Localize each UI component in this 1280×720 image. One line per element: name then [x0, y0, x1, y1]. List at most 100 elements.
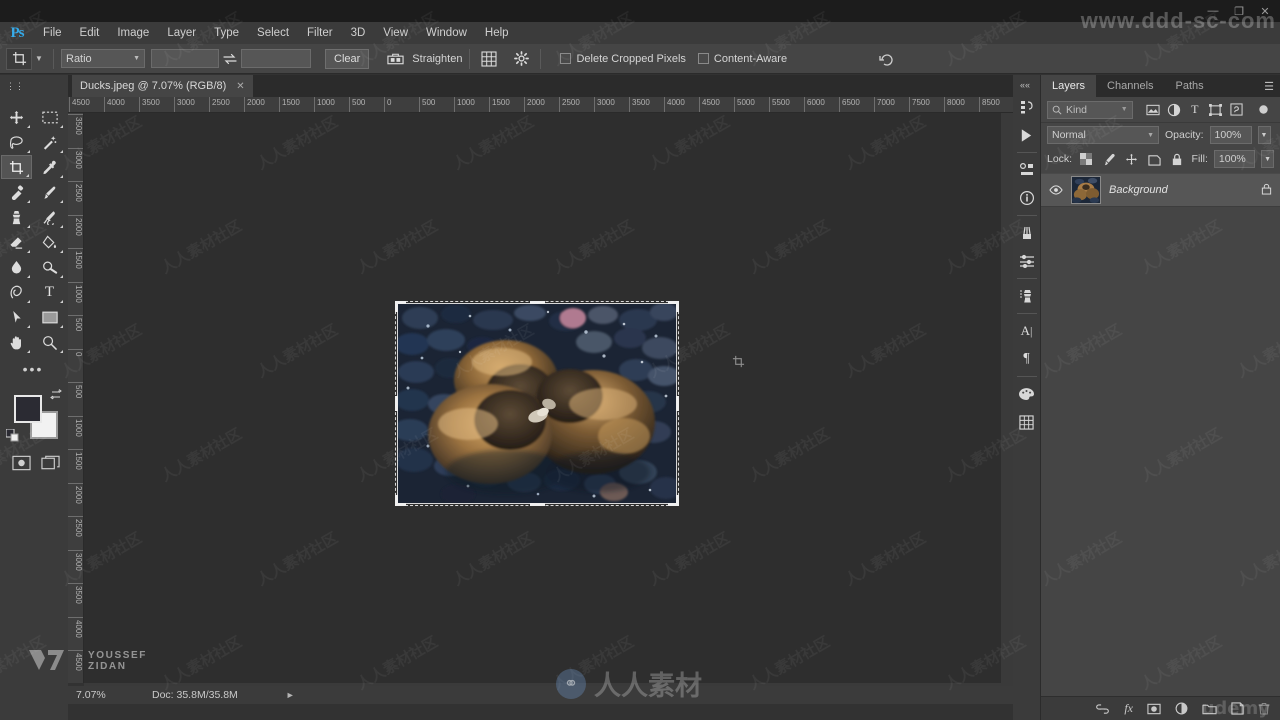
straighten-icon[interactable] — [383, 47, 407, 71]
menu-item-select[interactable]: Select — [248, 22, 298, 44]
menu-item-edit[interactable]: Edit — [71, 22, 109, 44]
type-tool[interactable]: T — [34, 280, 65, 304]
default-colors-icon[interactable] — [5, 428, 19, 445]
clone-stamp-tool[interactable] — [1, 205, 32, 229]
type-filter-icon[interactable]: T — [1184, 100, 1205, 120]
opacity-value[interactable]: 100% — [1209, 126, 1252, 144]
brush-settings-icon[interactable] — [1013, 247, 1041, 275]
lock-position-icon[interactable] — [1123, 150, 1140, 168]
lock-image-icon[interactable] — [1101, 150, 1118, 168]
more-tools-icon[interactable]: ••• — [0, 355, 66, 385]
fill-stepper[interactable]: ▼ — [1261, 150, 1275, 168]
history-panel-icon[interactable] — [1013, 93, 1041, 121]
crop-tool[interactable] — [1, 155, 32, 179]
brush-tool[interactable] — [34, 180, 65, 204]
fill-value[interactable]: 100% — [1213, 150, 1256, 168]
spot-healing-brush-tool[interactable] — [1, 180, 32, 204]
canvas-area[interactable] — [84, 113, 1013, 683]
actions-panel-icon[interactable] — [1013, 121, 1041, 149]
crop-ratio-dropdown[interactable]: Ratio ▼ — [61, 49, 145, 68]
fx-icon[interactable]: fx — [1124, 701, 1133, 716]
dodge-tool[interactable] — [34, 255, 65, 279]
character-panel-icon[interactable]: A| — [1013, 317, 1041, 345]
tool-preset-chevron-down-icon[interactable]: ▼ — [32, 48, 46, 70]
status-arrow-icon[interactable]: ► — [286, 690, 295, 700]
link-layers-icon[interactable] — [1095, 703, 1110, 714]
clone-source-icon[interactable] — [1013, 282, 1041, 310]
shape-filter-icon[interactable] — [1205, 100, 1226, 120]
straighten-label[interactable]: Straighten — [412, 53, 462, 65]
minimize-icon[interactable]: — — [1200, 1, 1226, 21]
menu-item-file[interactable]: File — [34, 22, 71, 44]
menu-item-image[interactable]: Image — [108, 22, 158, 44]
pixel-filter-icon[interactable] — [1143, 100, 1164, 120]
magic-wand-tool[interactable] — [34, 130, 65, 154]
color-swatches-icon[interactable] — [1013, 380, 1041, 408]
crop-tool-icon[interactable] — [6, 47, 32, 70]
filter-toggle-icon[interactable] — [1253, 100, 1274, 120]
layer-kind-filter[interactable]: Kind ▼ — [1047, 100, 1133, 119]
delete-cropped-pixels-checkbox[interactable]: Delete Cropped Pixels — [560, 53, 686, 65]
tab-channels[interactable]: Channels — [1096, 75, 1164, 97]
menu-item-view[interactable]: View — [374, 22, 417, 44]
eye-icon[interactable] — [1049, 185, 1063, 195]
menu-item-window[interactable]: Window — [417, 22, 476, 44]
grid-overlay-icon[interactable] — [477, 47, 501, 71]
lock-artboard-icon[interactable] — [1146, 150, 1163, 168]
libraries-panel-icon[interactable] — [1013, 408, 1041, 436]
zoom-tool[interactable] — [34, 330, 65, 354]
eraser-tool[interactable] — [1, 230, 32, 254]
swap-arrows-icon[interactable] — [219, 48, 241, 70]
menu-item-3d[interactable]: 3D — [342, 22, 375, 44]
menu-item-layer[interactable]: Layer — [158, 22, 205, 44]
lock-icon[interactable] — [1261, 183, 1272, 198]
crop-width-input[interactable] — [151, 49, 219, 68]
lock-transparent-icon[interactable] — [1078, 150, 1095, 168]
menu-item-help[interactable]: Help — [476, 22, 518, 44]
horizontal-ruler[interactable]: 4500 4000 3500 3000 2500 2000 1500 1000 500 0 500 1… — [68, 97, 1013, 113]
zoom-level[interactable]: 7.07% — [76, 689, 142, 701]
vertical-ruler[interactable]: 3500 3000 2500 2000 1500 1000 500 0 500 1000 1500 2… — [68, 113, 84, 683]
menu-item-filter[interactable]: Filter — [298, 22, 342, 44]
layer-row-background[interactable]: Background — [1041, 173, 1280, 207]
panel-menu-icon[interactable]: ☰ — [1264, 80, 1274, 93]
expand-dock-icon[interactable]: «« — [1020, 80, 1030, 90]
blend-mode-dropdown[interactable]: Normal ▼ — [1047, 126, 1159, 144]
blur-tool[interactable] — [1, 255, 32, 279]
info-panel-icon[interactable] — [1013, 184, 1041, 212]
tab-paths[interactable]: Paths — [1165, 75, 1215, 97]
clear-button[interactable]: Clear — [325, 48, 370, 69]
paint-bucket-tool[interactable] — [34, 230, 65, 254]
properties-panel-icon[interactable] — [1013, 156, 1041, 184]
paragraph-panel-icon[interactable]: ¶ — [1013, 345, 1041, 373]
crop-handle-top-left[interactable] — [395, 301, 398, 312]
crop-handle-bottom-left[interactable] — [395, 495, 398, 506]
document-size[interactable]: Doc: 35.8M/35.8M — [152, 689, 238, 701]
adjustment-layer-icon[interactable] — [1175, 702, 1188, 715]
swap-colors-icon[interactable] — [50, 389, 62, 403]
collapse-tools-icon[interactable]: ⋮⋮ — [6, 81, 24, 92]
brush-panel-icon[interactable] — [1013, 219, 1041, 247]
crop-handle-bottom-right[interactable] — [676, 495, 679, 506]
lasso-tool[interactable] — [1, 130, 32, 154]
crop-handle-middle-right[interactable] — [676, 396, 679, 411]
reset-arrow-icon[interactable] — [875, 47, 899, 71]
pen-tool[interactable] — [1, 280, 32, 304]
rectangle-shape-tool[interactable] — [34, 305, 65, 329]
crop-handle-middle-left[interactable] — [395, 396, 398, 411]
crop-handle-top-center[interactable] — [530, 301, 545, 304]
tab-layers[interactable]: Layers — [1041, 75, 1097, 97]
hand-tool[interactable] — [1, 330, 32, 354]
smart-object-filter-icon[interactable] — [1226, 100, 1247, 120]
close-icon[interactable]: ✕ — [1252, 1, 1278, 21]
gear-icon[interactable] — [509, 47, 533, 71]
crop-height-input[interactable] — [241, 49, 311, 68]
restore-icon[interactable]: ❐ — [1226, 1, 1252, 21]
lock-all-icon[interactable] — [1169, 150, 1186, 168]
crop-handle-bottom-center[interactable] — [530, 503, 545, 506]
screen-mode-icon[interactable] — [41, 455, 60, 474]
close-icon[interactable]: ✕ — [236, 81, 244, 92]
menu-item-type[interactable]: Type — [205, 22, 248, 44]
quick-mask-icon[interactable] — [12, 455, 31, 474]
content-aware-checkbox[interactable]: Content-Aware — [697, 53, 787, 65]
